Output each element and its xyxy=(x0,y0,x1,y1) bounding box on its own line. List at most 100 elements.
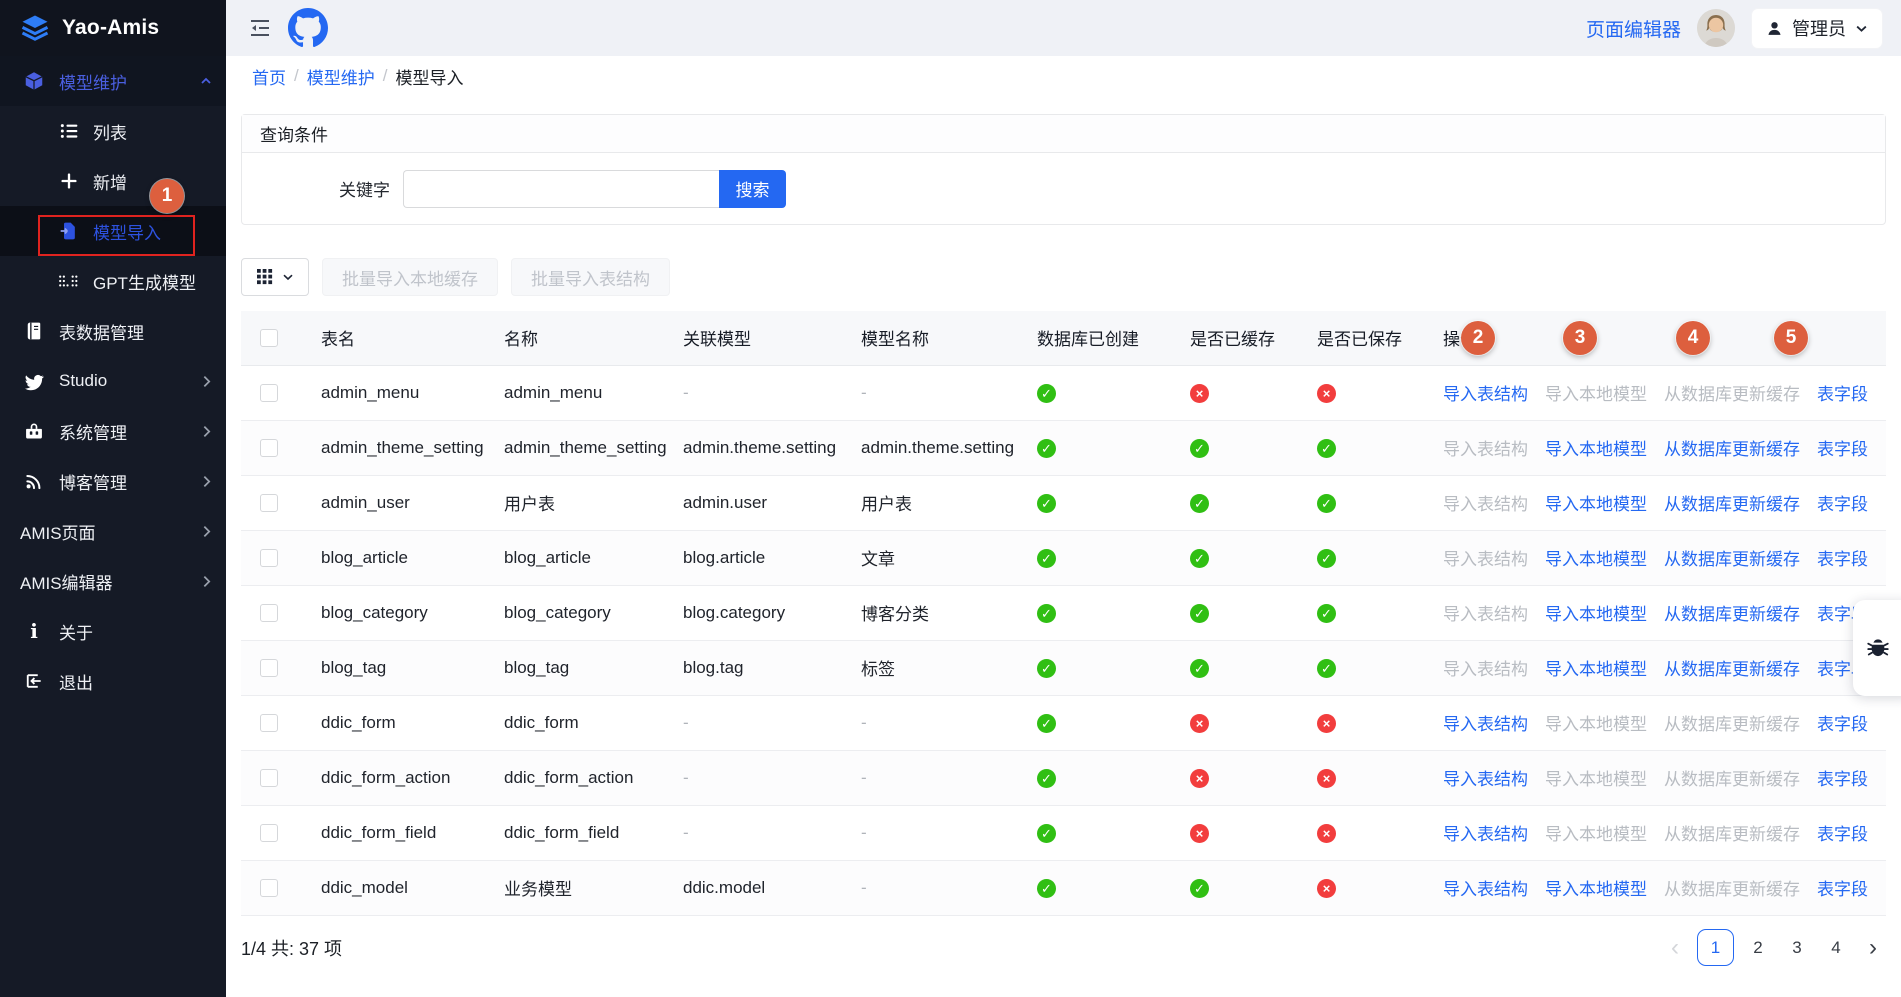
action-import-local-model[interactable]: 导入本地模型 xyxy=(1545,550,1647,569)
action-table-fields[interactable]: 表字段 xyxy=(1817,440,1868,459)
action-table-fields[interactable]: 表字段 xyxy=(1817,715,1868,734)
action-import-schema[interactable]: 导入表结构 xyxy=(1443,880,1528,899)
pagination-page-1[interactable]: 1 xyxy=(1697,929,1734,966)
row-checkbox[interactable] xyxy=(260,824,278,842)
action-refresh-cache-from-db[interactable]: 从数据库更新缓存 xyxy=(1664,880,1800,899)
debug-toggle-button[interactable] xyxy=(1853,600,1901,696)
action-table-fields[interactable]: 表字段 xyxy=(1817,385,1868,404)
row-checkbox[interactable] xyxy=(260,659,278,677)
action-refresh-cache-from-db[interactable]: 从数据库更新缓存 xyxy=(1664,605,1800,624)
action-table-fields[interactable]: 表字段 xyxy=(1817,495,1868,514)
action-import-schema[interactable]: 导入表结构 xyxy=(1443,715,1528,734)
sidebar-item-blog[interactable]: 博客管理 xyxy=(0,456,226,506)
cell-model-title: - xyxy=(836,860,1012,915)
row-checkbox[interactable] xyxy=(260,769,278,787)
search-button[interactable]: 搜索 xyxy=(719,170,786,208)
action-table-fields[interactable]: 表字段 xyxy=(1817,770,1868,789)
action-import-local-model[interactable]: 导入本地模型 xyxy=(1545,880,1647,899)
keyword-label: 关键字 xyxy=(302,176,390,201)
saved-status-icon: ✓ xyxy=(1317,494,1336,513)
sidebar-item-logout[interactable]: 退出 xyxy=(0,656,226,706)
action-import-schema[interactable]: 导入表结构 xyxy=(1443,440,1528,459)
sidebar-item-add[interactable]: 新增 xyxy=(0,156,226,206)
user-menu-button[interactable]: 管理员 xyxy=(1751,8,1883,49)
db-created-status-icon: ✓ xyxy=(1037,604,1056,623)
sidebar-item-model-import[interactable]: 模型导入 xyxy=(0,206,226,256)
sidebar-item-label: 系统管理 xyxy=(59,419,127,444)
row-checkbox[interactable] xyxy=(260,384,278,402)
sidebar-item-system[interactable]: 系统管理 xyxy=(0,406,226,456)
action-refresh-cache-from-db[interactable]: 从数据库更新缓存 xyxy=(1664,770,1800,789)
action-table-fields[interactable]: 表字段 xyxy=(1817,825,1868,844)
action-import-local-model[interactable]: 导入本地模型 xyxy=(1545,770,1647,789)
sidebar-item-amis-pages[interactable]: AMIS页面 xyxy=(0,506,226,556)
row-checkbox[interactable] xyxy=(260,714,278,732)
cell-related-model: ddic.model xyxy=(658,860,836,915)
action-import-local-model[interactable]: 导入本地模型 xyxy=(1545,440,1647,459)
action-import-local-model[interactable]: 导入本地模型 xyxy=(1545,660,1647,679)
row-checkbox[interactable] xyxy=(260,439,278,457)
pagination-prev-icon[interactable]: ‹ xyxy=(1662,936,1688,960)
action-import-local-model[interactable]: 导入本地模型 xyxy=(1545,495,1647,514)
cell-table-name: blog_tag xyxy=(296,640,479,695)
breadcrumb-home[interactable]: 首页 xyxy=(252,64,286,89)
bulk-import-schema-button[interactable]: 批量导入表结构 xyxy=(511,258,670,296)
action-import-local-model[interactable]: 导入本地模型 xyxy=(1545,385,1647,404)
sidebar-item-amis-editor[interactable]: AMIS编辑器 xyxy=(0,556,226,606)
sidebar-item-studio[interactable]: Studio xyxy=(0,356,226,406)
action-import-local-model[interactable]: 导入本地模型 xyxy=(1545,715,1647,734)
action-import-schema[interactable]: 导入表结构 xyxy=(1443,385,1528,404)
saved-status-icon: ✓ xyxy=(1317,604,1336,623)
cell-table-name: blog_article xyxy=(296,530,479,585)
action-refresh-cache-from-db[interactable]: 从数据库更新缓存 xyxy=(1664,550,1800,569)
breadcrumb-model-maintenance[interactable]: 模型维护 xyxy=(307,64,375,89)
sidebar-item-gpt-generate[interactable]: GPT生成模型 xyxy=(0,256,226,306)
sidebar-item-about[interactable]: i 关于 xyxy=(0,606,226,656)
pagination-page-2[interactable]: 2 xyxy=(1743,938,1773,958)
action-import-schema[interactable]: 导入表结构 xyxy=(1443,770,1528,789)
action-refresh-cache-from-db[interactable]: 从数据库更新缓存 xyxy=(1664,440,1800,459)
chevron-up-icon xyxy=(200,75,212,87)
sidebar-collapse-icon[interactable] xyxy=(248,16,272,40)
action-import-schema[interactable]: 导入表结构 xyxy=(1443,605,1528,624)
sidebar-item-list[interactable]: 列表 xyxy=(0,106,226,156)
pagination-page-4[interactable]: 4 xyxy=(1821,938,1851,958)
action-import-local-model[interactable]: 导入本地模型 xyxy=(1545,825,1647,844)
select-all-checkbox[interactable] xyxy=(260,329,278,347)
bulk-import-cache-button[interactable]: 批量导入本地缓存 xyxy=(322,258,498,296)
action-refresh-cache-from-db[interactable]: 从数据库更新缓存 xyxy=(1664,715,1800,734)
saved-status-icon: ✓ xyxy=(1317,439,1336,458)
row-checkbox[interactable] xyxy=(260,494,278,512)
row-checkbox[interactable] xyxy=(260,549,278,567)
plus-icon xyxy=(58,171,80,191)
column-view-dropdown[interactable] xyxy=(241,258,309,296)
github-icon[interactable] xyxy=(288,8,328,48)
sidebar-item-model-maintenance[interactable]: 模型维护 xyxy=(0,56,226,106)
table-header-row: 表名 名称 关联模型 模型名称 数据库已创建 是否已缓存 是否已保存 操作 xyxy=(241,311,1886,365)
action-import-schema[interactable]: 导入表结构 xyxy=(1443,825,1528,844)
saved-status-icon: × xyxy=(1317,384,1336,403)
action-table-fields[interactable]: 表字段 xyxy=(1817,880,1868,899)
pagination-next-icon[interactable]: › xyxy=(1860,936,1886,960)
chevron-right-icon xyxy=(201,425,212,438)
logo[interactable]: Yao-Amis xyxy=(0,0,226,56)
row-checkbox[interactable] xyxy=(260,879,278,897)
action-import-local-model[interactable]: 导入本地模型 xyxy=(1545,605,1647,624)
page-editor-link[interactable]: 页面编辑器 xyxy=(1586,15,1681,42)
row-checkbox[interactable] xyxy=(260,604,278,622)
action-refresh-cache-from-db[interactable]: 从数据库更新缓存 xyxy=(1664,825,1800,844)
db-created-status-icon: ✓ xyxy=(1037,659,1056,678)
action-import-schema[interactable]: 导入表结构 xyxy=(1443,660,1528,679)
avatar[interactable] xyxy=(1697,9,1735,47)
action-refresh-cache-from-db[interactable]: 从数据库更新缓存 xyxy=(1664,660,1800,679)
action-import-schema[interactable]: 导入表结构 xyxy=(1443,550,1528,569)
pagination-page-3[interactable]: 3 xyxy=(1782,938,1812,958)
action-refresh-cache-from-db[interactable]: 从数据库更新缓存 xyxy=(1664,385,1800,404)
action-table-fields[interactable]: 表字段 xyxy=(1817,550,1868,569)
action-refresh-cache-from-db[interactable]: 从数据库更新缓存 xyxy=(1664,495,1800,514)
action-import-schema[interactable]: 导入表结构 xyxy=(1443,495,1528,514)
cell-model-title: 博客分类 xyxy=(836,585,1012,640)
keyword-input[interactable] xyxy=(403,170,719,208)
sidebar-item-table-data[interactable]: 表数据管理 xyxy=(0,306,226,356)
cell-related-model: - xyxy=(658,365,836,420)
